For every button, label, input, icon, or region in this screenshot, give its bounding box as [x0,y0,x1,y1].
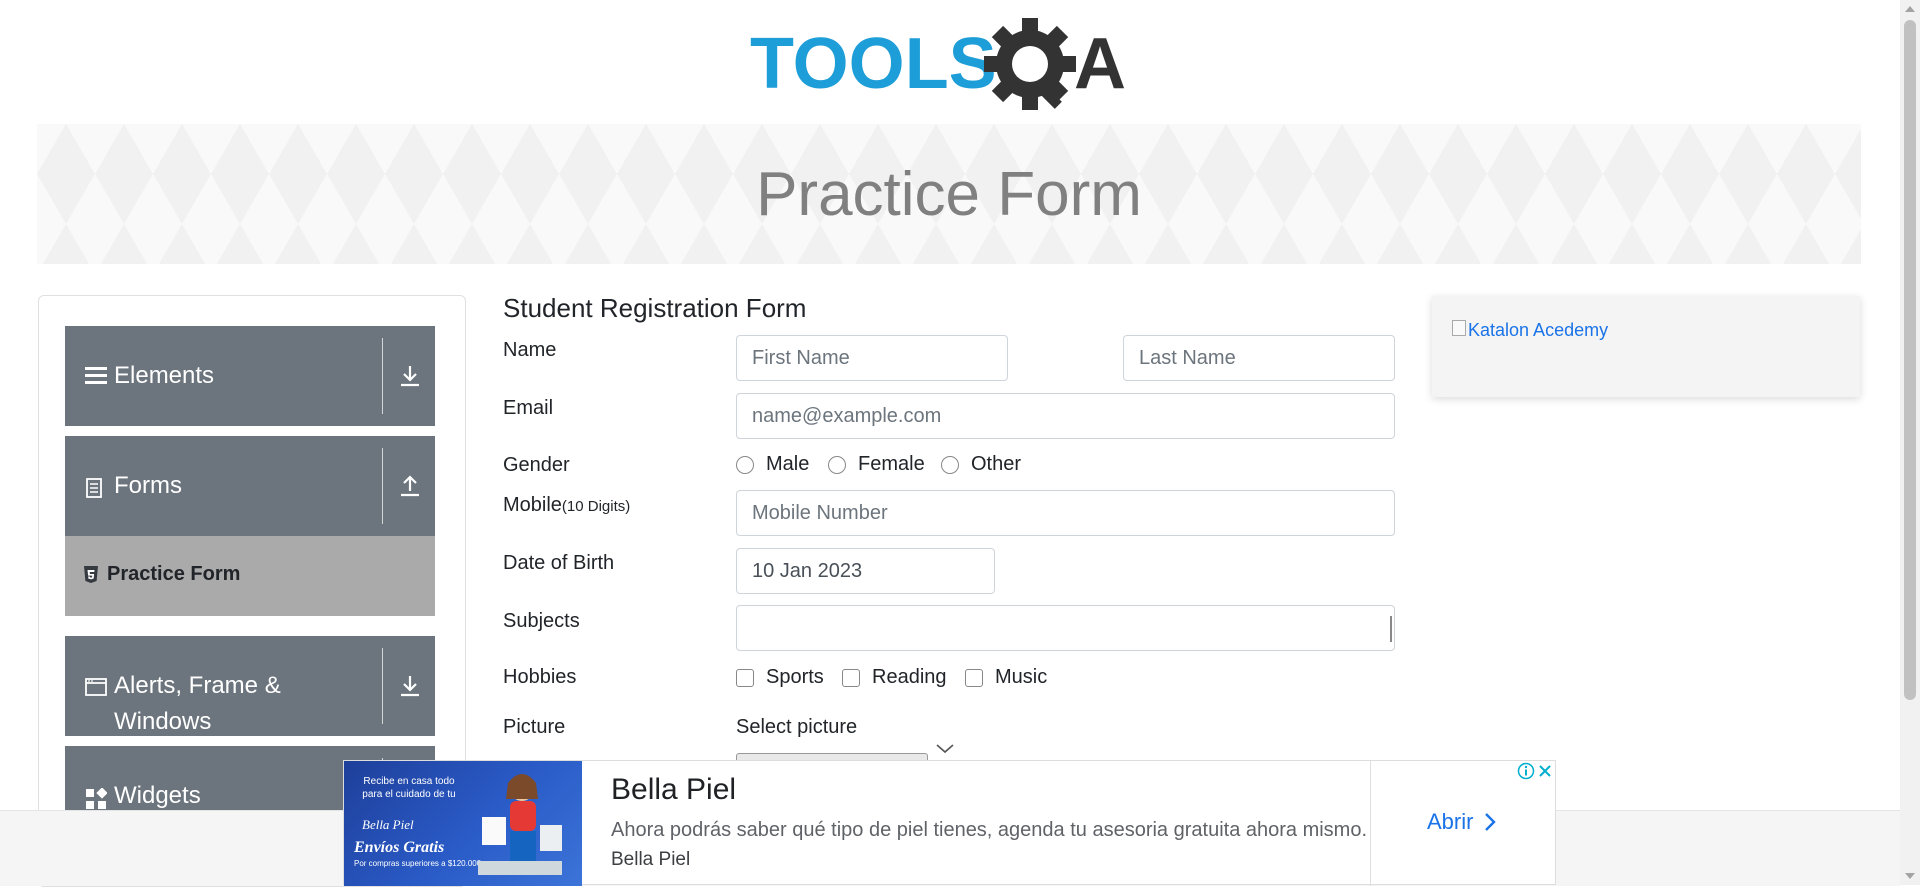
sidebar-group-alerts-frame-windows[interactable]: Alerts, Frame & Windows [65,636,435,736]
ad-image[interactable]: Recibe en casa todo para el cuidado de t… [344,761,582,886]
sidebar-item-label: Practice Form [107,563,241,585]
subjects-input[interactable] [736,605,1395,651]
hobbies-label: Hobbies [503,666,577,688]
widgets-icon [86,788,107,809]
ad-description: Ahora podrás saber qué tipo de piel tien… [611,819,1368,841]
sidebar-group-label-line2: Windows [114,708,212,735]
vertical-scrollbar[interactable] [1900,0,1920,885]
model-illustration [478,774,562,875]
ad-open-label: Abrir [1427,809,1474,834]
broken-image-link[interactable]: Katalon Acedemy [1452,320,1608,341]
divider [1370,761,1371,886]
date-of-birth-input[interactable]: 10 Jan 2023 [736,548,995,594]
picture-label: Picture [503,716,566,738]
mobile-hint: (10 Digits) [561,498,631,515]
checkbox[interactable] [965,668,983,687]
sidebar-group-label: Alerts, Frame & [114,672,281,699]
checkbox-label: Sports [766,666,824,688]
gender-radio-female[interactable]: Female [828,453,925,476]
gender-radio-other[interactable]: Other [941,453,1021,476]
sidebar-group-elements[interactable]: Elements [65,326,435,426]
page-banner: Practice Form [37,124,1861,264]
ad-headline[interactable]: Bella Piel [611,773,736,807]
gender-radio-male[interactable]: Male [736,453,809,476]
download-icon[interactable] [395,671,425,701]
radio-label: Male [766,453,810,475]
checkbox-label: Reading [872,666,947,688]
form-title: Student Registration Form [503,293,807,323]
ad-brand: Bella Piel [611,849,691,870]
hobby-checkbox-sports[interactable]: Sports [736,666,824,689]
sidebar-item-practice-form[interactable]: Practice Form [65,536,435,616]
ad-image-brand: Bella Piel [362,817,414,832]
gender-label: Gender [503,454,570,476]
sidebar-group-forms[interactable]: Forms [65,436,435,536]
text-cursor [1390,616,1392,642]
ad-image-fineprint: Por compras superiores a $120.000 [354,859,482,868]
hobby-checkbox-music[interactable]: Music [965,666,1047,689]
window-icon [85,678,107,696]
broken-image-icon [1452,320,1466,336]
html5-icon [84,566,98,583]
hamburger-icon [85,367,107,384]
email-input[interactable]: name@example.com [736,393,1395,439]
radio-label: Other [971,453,1022,475]
select-picture-label[interactable]: Select picture [736,716,857,739]
document-icon [86,478,102,498]
upload-icon[interactable] [395,471,425,501]
divider [382,338,383,414]
mobile-label-text: Mobile [503,494,562,516]
mobile-label: Mobile(10 Digits) [503,494,630,517]
divider [382,448,383,524]
bottom-banner-ad[interactable]: Recibe en casa todo para el cuidado de t… [343,760,1556,886]
download-icon[interactable] [395,361,425,391]
checkbox-label: Music [995,666,1048,688]
scrollbar-thumb[interactable] [1904,20,1916,700]
hobby-checkbox-reading[interactable]: Reading [842,666,947,689]
email-label: Email [503,397,554,419]
toolsqa-logo[interactable]: TOOLS A [748,16,1154,116]
subjects-label: Subjects [503,610,580,632]
gear-icon [984,18,1076,110]
scroll-up-icon[interactable] [1905,6,1915,12]
radio-circle[interactable] [941,455,959,474]
logo-text-a: A [1074,24,1126,104]
sidebar-group-label: Forms [114,472,182,499]
ad-image-promo: Envíos Gratis [354,839,445,856]
chevron-right-icon [1485,813,1497,831]
chevron-down-icon[interactable] [935,743,955,755]
katalon-academy-ad[interactable]: Katalon Acedemy [1432,296,1860,397]
name-label: Name [503,339,557,361]
ad-close-icon[interactable] [1536,762,1554,780]
ad-info-icon[interactable] [1517,762,1535,780]
scroll-down-icon[interactable] [1905,873,1915,879]
sidebar-group-label: Widgets [114,782,201,809]
logo-text-tools: TOOLS [750,24,997,104]
first-name-input[interactable]: First Name [736,335,1008,381]
mobile-input[interactable]: Mobile Number [736,490,1395,536]
page-title: Practice Form [756,159,1142,229]
divider [382,648,383,724]
radio-circle[interactable] [828,455,846,474]
radio-label: Female [858,453,925,475]
last-name-input[interactable]: Last Name [1123,335,1395,381]
sidebar-group-label: Elements [114,362,215,389]
ad-open-button[interactable]: Abrir [1427,809,1497,835]
checkbox[interactable] [842,668,860,687]
checkbox[interactable] [736,668,754,687]
ad-image-text: Recibe en casa todo para el cuidado de t… [362,776,456,800]
image-alt-text: Katalon Acedemy [1468,320,1609,340]
radio-circle[interactable] [736,455,754,474]
dob-label: Date of Birth [503,552,615,574]
